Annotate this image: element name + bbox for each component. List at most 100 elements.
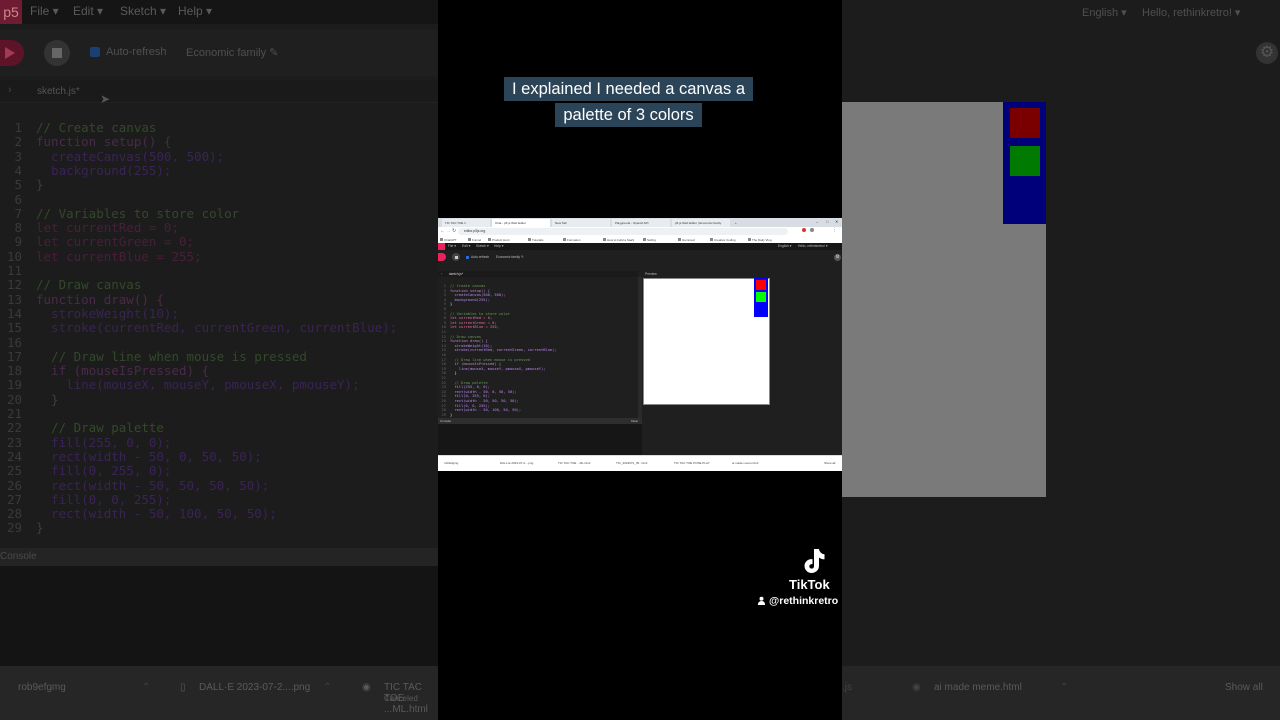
line-number: 9 [14,234,22,250]
line-number: 27 [6,491,22,507]
extension-icon-2[interactable] [810,228,814,232]
back-icon[interactable]: ← [440,228,445,234]
download-item-2[interactable]: DALL·E 2023-07-2....png [500,461,533,465]
editor-scrollbar[interactable] [638,277,642,418]
play-button[interactable] [438,253,446,261]
bg-palette-red [1010,108,1040,138]
p5-logo-small[interactable] [438,243,445,250]
language-selector[interactable]: English ▾ [778,244,791,248]
code-text: strokeWeight(10); [36,305,179,321]
bg-gear-icon: ⚙ [1256,42,1278,64]
bookmark-4[interactable]: Tutorials [528,237,543,243]
download-item-5[interactable]: TIC TAC TOE POSE PLAY [674,461,710,465]
line-number: 23 [6,434,22,450]
console-panel [438,424,642,455]
line-number: 21 [6,406,22,421]
menu-sketch[interactable]: Sketch ▾ [476,244,489,248]
bg-auto-refresh-label: Auto-refresh [106,46,167,58]
auto-refresh-label: Auto-refresh [471,254,490,259]
bookmark-5[interactable]: Formation [563,237,581,243]
bookmark-6[interactable]: How to build a SaaS [603,237,634,243]
code-text: stroke(currentRed, currentGreen, current… [36,320,398,336]
bookmark-1[interactable]: ChatGPT [440,237,457,243]
bg-console-label: Console [0,551,37,562]
show-all-downloads[interactable]: Show all [824,461,835,465]
bg-user-menu: Hello, rethinkretro! ▾ [1142,7,1241,19]
download-item-1[interactable]: rob9efgmg [444,461,458,465]
code-text: } [36,391,59,407]
line-number: 29 [6,520,22,536]
code-text: background(255); [450,297,490,302]
code-text: } [36,177,44,193]
code-text: } [450,302,453,307]
address-bar[interactable]: editor.p5js.org [458,228,788,235]
bg-console-header: Console [0,548,438,566]
new-tab-button[interactable]: + [732,219,740,227]
download-item-3[interactable]: TIC TAC TOE ...ML.html [558,461,590,465]
sidebar-toggle-icon[interactable]: › [441,271,442,276]
code-text: // Draw line when mouse is pressed [36,348,307,364]
menu-edit[interactable]: Edit ▾ [462,244,470,248]
line-number: 11 [6,263,22,278]
forward-icon[interactable]: → [446,228,451,234]
code-editor[interactable]: 1// Create canvas 2 function setup() {3 cr… [438,284,638,419]
line-number: 26 [6,477,22,493]
bookmark-2[interactable]: Funnel [468,237,481,243]
browser-menu-icon[interactable]: ⋮ [832,227,837,233]
settings-gear-icon[interactable]: ⚙ [834,254,841,261]
code-text: rect(width - 50, 0, 50, 50); [36,448,262,464]
browser-tab-2[interactable]: Chat - p5.js Web Editor [492,219,550,227]
bg-menu-edit: Edit ▾ [73,4,104,18]
bookmark-10[interactable]: The Daily Vlog [748,237,772,243]
palette-swatch-green[interactable] [756,292,766,302]
bg-expand-icon: › [8,84,12,96]
bg-console [0,566,438,666]
bookmark-9[interactable]: Creative Coding [710,237,736,243]
maximize-icon[interactable]: □ [826,219,828,224]
reload-icon[interactable]: ↻ [452,228,456,234]
line-number: 13 [6,291,22,307]
browser-tab-4[interactable]: Playground - OpenAI API [612,219,670,227]
code-text: function draw() { [36,291,164,307]
user-menu[interactable]: Hello, rethinkretro! ▾ [798,244,828,248]
browser-tab-5[interactable]: p5.js Web Editor | Economic family [672,219,730,227]
download-item-6[interactable]: ai made meme.html [732,461,758,465]
user-icon [757,596,766,605]
bookmark-3[interactable]: Product Hunt [488,237,510,243]
code-text: } [450,412,453,417]
bookmark-8[interactable]: Gumroad [678,237,695,243]
file-tabbar [438,271,638,277]
menu-file[interactable]: File ▾ [448,244,456,248]
preview-canvas[interactable] [643,278,770,405]
stop-button[interactable] [452,253,460,261]
line-number: 7 [14,205,22,221]
auto-refresh-checkbox[interactable] [466,255,469,259]
line-number: 20 [6,391,22,407]
file-tab-sketch[interactable]: sketch.js* [449,272,463,276]
menu-help[interactable]: Help ▾ [494,244,503,248]
browser-tab-3[interactable]: New Tab [552,219,610,227]
caption-line-1: I explained I needed a canvas a [503,77,753,101]
color-palette [754,278,768,317]
code-text: stroke(currentRed, currentGreen, current… [450,348,557,353]
bg-chevron-up-icon: ⌃ [142,682,151,693]
download-item-4[interactable]: TIC_2023072_35...html [616,461,647,465]
close-icon[interactable]: ✕ [835,219,838,224]
code-text: line(mouseX, mouseY, pmouseX, pmouseY); [36,377,360,393]
line-number: 8 [14,220,22,236]
line-number: 1 [14,120,22,135]
bg-chrome-icon-right: ◉ [912,682,921,693]
console-label: Console [440,419,452,423]
line-number: 5 [14,177,22,193]
code-text: } [450,371,457,376]
palette-swatch-red[interactable] [756,280,766,290]
extension-icon[interactable] [802,228,806,232]
bg-chevron-up-icon-2: ⌃ [323,682,332,693]
browser-tab-1[interactable]: TIC TAC TOE 1 [442,219,490,227]
minimize-icon[interactable]: – [816,219,818,224]
bg-menu-file: File ▾ [30,4,59,18]
video-caption: I explained I needed a canvas a palette … [497,76,760,128]
sketch-name[interactable]: Economic family ✎ [496,255,524,259]
line-number: 29 [441,412,446,417]
bookmark-7[interactable]: Selling [643,237,656,243]
